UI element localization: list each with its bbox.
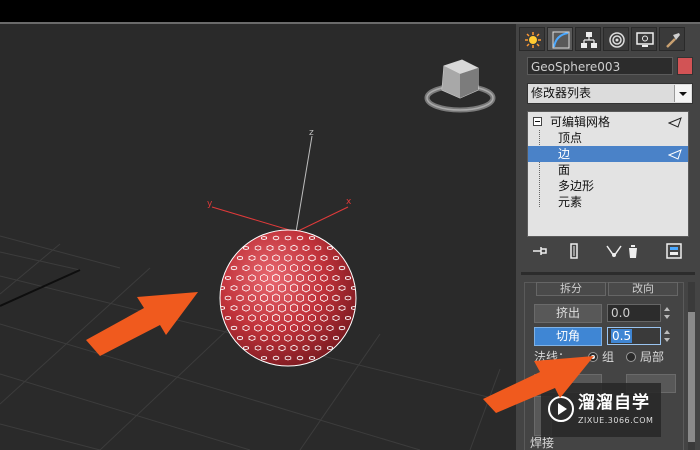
- hierarchy-icon: [581, 32, 597, 48]
- watermark-logo-icon: [548, 396, 574, 422]
- axis-gizmo: z y x: [207, 128, 352, 233]
- geosphere-object: [213, 229, 362, 367]
- extrude-button[interactable]: 挤出: [534, 304, 602, 323]
- sphere-hex-cell: [290, 230, 298, 231]
- create-icon: [525, 32, 541, 48]
- object-color-swatch[interactable]: [677, 57, 693, 75]
- normals-group-radio[interactable]: [588, 352, 598, 362]
- modify-tab[interactable]: [547, 27, 573, 51]
- home-grid-axis: [0, 269, 81, 307]
- stack-item-label: 元素: [558, 195, 583, 209]
- modifier-list-dropdown[interactable]: 修改器列表: [527, 83, 693, 104]
- chamfer-button[interactable]: 切角: [534, 327, 602, 346]
- top-strip: [0, 0, 700, 24]
- modify-icon: [552, 31, 570, 49]
- divide-button[interactable]: 拆分: [536, 282, 606, 296]
- watermark-title: 溜溜自学: [578, 393, 650, 413]
- make-unique-icon[interactable]: [605, 242, 623, 260]
- stack-item-label: 面: [558, 163, 571, 177]
- normals-label: 法线：: [534, 350, 571, 364]
- stack-item-label: 边: [558, 147, 571, 161]
- modifier-list-label: 修改器列表: [531, 86, 592, 100]
- perspective-viewport[interactable]: z y x: [0, 24, 516, 450]
- stack-item-vertex[interactable]: 顶点: [528, 130, 688, 146]
- axis-label-y: y: [207, 199, 213, 209]
- axis-label-x: x: [346, 197, 352, 207]
- pin-stack-icon[interactable]: [531, 242, 549, 260]
- stack-item-polygon[interactable]: 多边形: [528, 178, 688, 194]
- stack-toolbar: [527, 242, 692, 262]
- hierarchy-tab[interactable]: [575, 27, 601, 51]
- extrude-spinner[interactable]: [663, 304, 672, 322]
- motion-icon: [609, 32, 625, 48]
- motion-tab[interactable]: [603, 27, 629, 51]
- sphere-hex-cell: [357, 296, 362, 299]
- chamfer-spinner[interactable]: [663, 327, 672, 345]
- subobject-level-icon: [668, 117, 682, 128]
- panel-divider: [521, 272, 695, 275]
- watermark-url: ZIXUE.3066.COM: [578, 416, 654, 425]
- viewport-scene: z y x: [0, 59, 516, 450]
- sphere-hex-cell: [290, 365, 298, 366]
- stack-item-label: 顶点: [558, 131, 583, 145]
- stack-item-label: 多边形: [558, 179, 595, 193]
- chamfer-amount-field[interactable]: 0.5: [607, 327, 661, 345]
- normals-local-radio[interactable]: [626, 352, 636, 362]
- display-icon: [636, 32, 654, 47]
- stack-item-edge[interactable]: 边: [528, 146, 688, 162]
- remove-modifier-icon[interactable]: [624, 242, 642, 260]
- view-cube-icon: [424, 59, 496, 113]
- turn-button[interactable]: 改向: [608, 282, 678, 296]
- axis-label-z: z: [309, 128, 314, 138]
- panel-scrollbar[interactable]: [688, 282, 695, 450]
- display-tab[interactable]: [631, 27, 657, 51]
- extrude-amount-field[interactable]: 0.0: [607, 304, 661, 322]
- stack-item-face[interactable]: 面: [528, 162, 688, 178]
- utilities-icon: [666, 33, 680, 48]
- chamfer-amount-value: 0.5: [611, 329, 633, 343]
- sphere-hex-cell: [278, 365, 286, 366]
- weld-label: 焊接: [530, 436, 555, 450]
- normals-group-label: 组: [602, 350, 615, 364]
- chevron-down-icon[interactable]: [674, 85, 691, 102]
- extrude-amount-value: 0.0: [611, 306, 631, 320]
- subobject-level-icon: [668, 149, 682, 160]
- sphere-hex-cell: [213, 296, 218, 299]
- scrollbar-thumb[interactable]: [688, 312, 695, 442]
- stack-item-element[interactable]: 元素: [528, 194, 688, 210]
- normals-local-label: 局部: [640, 350, 665, 364]
- show-end-result-icon[interactable]: [565, 242, 583, 260]
- stack-item-label: 可编辑网格: [550, 115, 611, 129]
- modifier-stack: 可编辑网格 顶点 边 面 多边形 元素: [527, 111, 689, 237]
- object-name-field[interactable]: GeoSphere003: [527, 57, 673, 75]
- watermark: 溜溜自学 ZIXUE.3066.COM: [541, 383, 661, 437]
- stack-item-editable-mesh[interactable]: 可编辑网格: [528, 114, 688, 130]
- utilities-tab[interactable]: [659, 27, 685, 51]
- configure-sets-icon[interactable]: [665, 242, 683, 260]
- create-tab[interactable]: [519, 27, 545, 51]
- collapse-icon[interactable]: [533, 117, 542, 126]
